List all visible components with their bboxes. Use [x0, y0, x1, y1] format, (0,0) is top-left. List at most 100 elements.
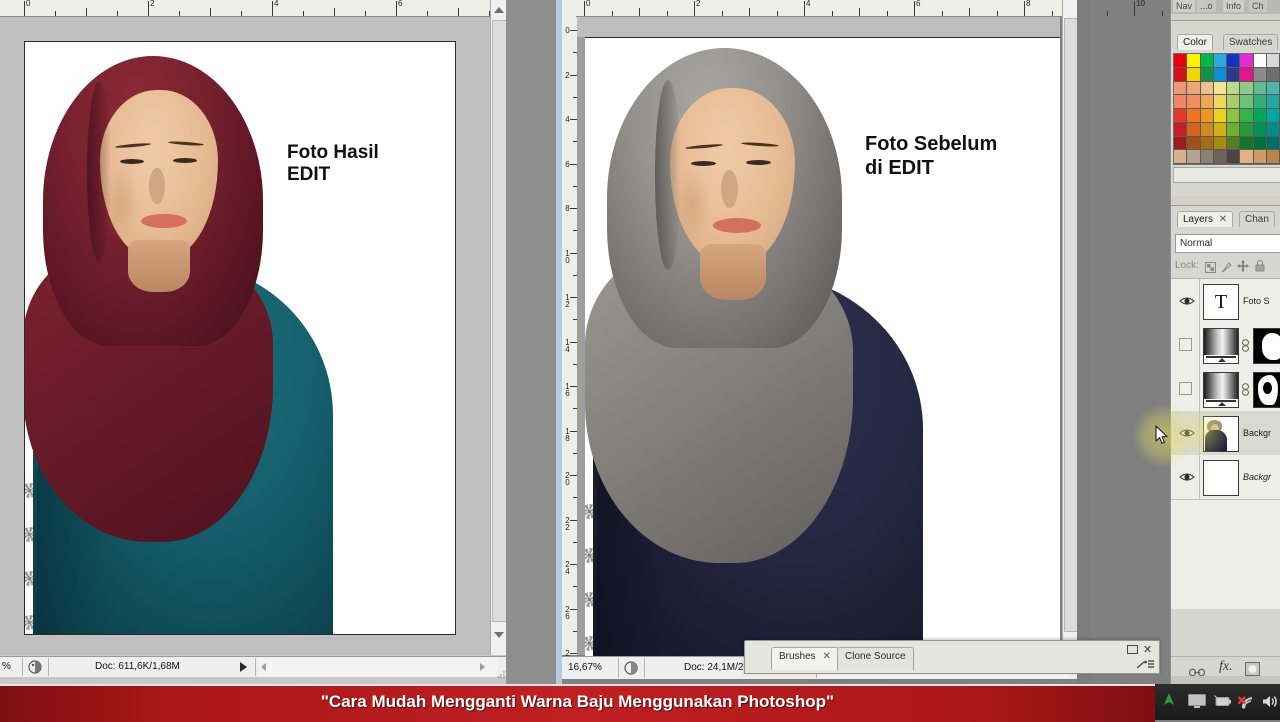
color-swatch[interactable] — [1227, 109, 1241, 123]
color-swatch[interactable] — [1253, 136, 1267, 151]
color-swatch[interactable] — [1174, 150, 1188, 164]
vertical-scrollbar-doc1[interactable] — [490, 0, 507, 655]
color-swatch[interactable] — [1213, 67, 1227, 82]
color-swatch[interactable] — [1187, 136, 1201, 151]
layer-thumbnail-text[interactable]: T — [1203, 284, 1239, 320]
tab-histogram[interactable]: ...o — [1197, 0, 1216, 12]
resize-grip-doc1[interactable] — [498, 665, 506, 678]
color-swatch[interactable] — [1187, 122, 1201, 137]
tab-info[interactable]: Info — [1223, 0, 1245, 12]
color-swatch[interactable] — [1200, 122, 1214, 137]
photo-canvas-edited[interactable]: Foto Hasil EDIT — [24, 41, 456, 635]
layer-mask-thumbnail[interactable] — [1253, 372, 1280, 408]
eye-icon-hidden[interactable] — [1179, 382, 1192, 395]
color-swatch[interactable] — [1266, 122, 1280, 137]
color-swatch[interactable] — [1187, 109, 1201, 123]
color-swatch[interactable] — [1266, 67, 1280, 82]
monitor-icon[interactable] — [1188, 694, 1206, 714]
color-swatch[interactable] — [1240, 122, 1254, 137]
tab-navigator[interactable]: Nav — [1173, 0, 1196, 12]
layer-name[interactable]: Foto S — [1243, 296, 1270, 306]
photo-canvas-original[interactable]: Foto Sebelum di EDIT — [585, 37, 1060, 656]
close-icon-panel[interactable]: ✕ — [1143, 643, 1152, 656]
blend-mode-select[interactable]: Normal — [1175, 234, 1280, 253]
layer-mask-thumbnail[interactable] — [1253, 328, 1280, 364]
color-swatch[interactable] — [1213, 54, 1227, 68]
lock-all-icon[interactable] — [1255, 259, 1265, 277]
zoom-level-doc1[interactable]: % — [2, 661, 11, 672]
tab-brushes[interactable]: Brushes ✕ — [771, 647, 839, 670]
color-swatch[interactable] — [1213, 136, 1227, 151]
color-swatch[interactable] — [1227, 136, 1241, 151]
color-swatch[interactable] — [1240, 136, 1254, 151]
color-swatch[interactable] — [1253, 81, 1267, 96]
close-icon-layers[interactable]: ✕ — [1219, 214, 1227, 225]
color-swatch[interactable] — [1240, 95, 1254, 109]
color-swatch[interactable] — [1174, 54, 1188, 68]
color-swatch[interactable] — [1266, 109, 1280, 123]
color-swatch[interactable] — [1187, 95, 1201, 109]
volume-icon[interactable] — [1262, 694, 1280, 714]
lock-transparent-icon[interactable] — [1205, 260, 1216, 278]
show-desktop-icon[interactable] — [1162, 692, 1176, 715]
lock-image-icon[interactable] — [1221, 260, 1232, 278]
color-swatch[interactable] — [1187, 67, 1201, 82]
color-swatch[interactable] — [1174, 67, 1188, 82]
color-swatch[interactable] — [1213, 81, 1227, 96]
color-swatch[interactable] — [1174, 136, 1188, 151]
color-swatch[interactable] — [1200, 109, 1214, 123]
color-swatch[interactable] — [1227, 81, 1241, 96]
color-swatch[interactable] — [1187, 54, 1201, 68]
minimize-icon[interactable] — [1127, 645, 1138, 654]
color-swatch[interactable] — [1200, 67, 1214, 82]
tab-swatches[interactable]: Swatches — [1223, 34, 1279, 50]
color-proof-icon-doc2[interactable] — [624, 661, 638, 675]
layer-name[interactable]: Backgr — [1243, 472, 1271, 482]
close-icon[interactable]: ✕ — [822, 651, 830, 662]
panel-flyout-menu-icon[interactable] — [1136, 657, 1155, 669]
layer-thumbnail-white[interactable] — [1203, 460, 1239, 496]
swatch-grid[interactable] — [1173, 53, 1280, 165]
eye-icon[interactable] — [1179, 294, 1195, 306]
color-swatch[interactable] — [1266, 54, 1280, 68]
scroll-down-arrow-doc1[interactable] — [494, 632, 504, 638]
zoom-level-doc2[interactable]: 16,67% — [568, 662, 602, 673]
canvas-area-doc2[interactable]: Foto Sebelum di EDIT — [577, 17, 1060, 656]
color-swatch[interactable] — [1227, 150, 1241, 164]
color-swatch[interactable] — [1174, 109, 1188, 123]
tab-color[interactable]: Color — [1177, 34, 1213, 50]
color-swatch[interactable] — [1213, 122, 1227, 137]
network-disconnected-icon[interactable] — [1237, 694, 1258, 714]
color-swatch[interactable] — [1200, 81, 1214, 96]
document-window-edited[interactable]: 02468101214 — [0, 0, 903, 684]
color-swatch[interactable] — [1253, 95, 1267, 109]
color-swatches-panel[interactable]: Color Swatches — [1171, 20, 1280, 196]
tab-layers[interactable]: Layers ✕ — [1177, 211, 1234, 227]
color-swatch[interactable] — [1174, 81, 1188, 96]
color-swatch[interactable] — [1227, 122, 1241, 137]
eye-icon[interactable] — [1179, 470, 1195, 482]
color-swatch[interactable] — [1227, 67, 1241, 82]
color-swatch[interactable] — [1240, 81, 1254, 96]
color-swatch[interactable] — [1266, 150, 1280, 164]
color-swatch[interactable] — [1187, 150, 1201, 164]
eye-icon-hidden[interactable] — [1179, 338, 1192, 351]
hscroll-right-arrow-doc1[interactable] — [480, 663, 485, 671]
swatches-scroll-area[interactable] — [1173, 167, 1280, 183]
horizontal-ruler-doc2[interactable]: 0246810121416 — [576, 0, 1255, 17]
tab-channels[interactable]: Chan — [1239, 211, 1275, 227]
horizontal-scrollbar-doc1[interactable] — [258, 658, 498, 676]
layer-name[interactable]: Backgr — [1243, 428, 1271, 438]
color-swatch[interactable] — [1213, 150, 1227, 164]
layer-row[interactable] — [1171, 323, 1280, 368]
color-swatch[interactable] — [1253, 109, 1267, 123]
color-swatch[interactable] — [1200, 54, 1214, 68]
tab-clone-source[interactable]: Clone Source — [837, 647, 914, 670]
collapsed-panel-tabs[interactable]: Nav ...o Info Ch — [1171, 0, 1280, 14]
layer-thumbnail-gradient[interactable] — [1203, 328, 1239, 364]
color-swatch[interactable] — [1266, 136, 1280, 151]
tab-channels-top[interactable]: Ch — [1249, 0, 1267, 12]
scroll-thumb-doc2[interactable] — [1064, 18, 1078, 632]
color-swatch[interactable] — [1240, 150, 1254, 164]
color-proof-icon[interactable] — [28, 660, 42, 674]
